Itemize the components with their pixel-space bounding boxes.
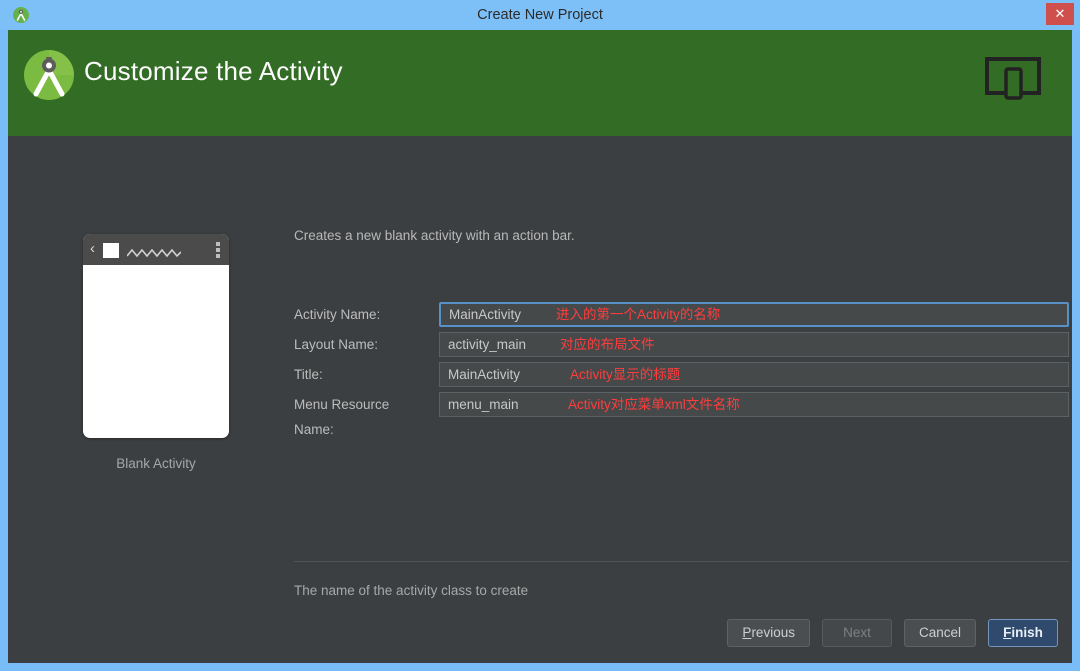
window-title: Create New Project [0,0,1080,30]
wizard-footer: Previous Next Cancel Finish [727,619,1058,647]
white-square-icon [103,243,119,258]
cancel-button[interactable]: Cancel [904,619,976,647]
wizard-content: ‹ Blank Activity Creates [8,136,1072,663]
finish-button-label: inish [1011,625,1043,640]
layout-name-input[interactable]: activity_main 对应的布局文件 [439,332,1069,357]
preview-phone-frame: ‹ [83,234,229,438]
overflow-menu-icon [216,242,220,258]
menu-resource-name-label: Menu Resource Name: [294,392,428,417]
page-title: Customize the Activity [84,56,343,87]
back-chevron-icon: ‹ [90,242,98,256]
field-row-title: Title: MainActivity Activity显示的标题 [294,362,1069,387]
activity-name-label: Activity Name: [294,302,428,327]
layout-name-annotation: 对应的布局文件 [560,333,655,356]
zigzag-text-placeholder [127,245,181,255]
field-row-menu-resource-name: Menu Resource Name: menu_main Activity对应… [294,392,1069,417]
title-value: MainActivity [448,363,520,386]
field-hint-text: The name of the activity class to create [294,583,528,598]
footer-separator [294,561,1069,562]
finish-button[interactable]: Finish [988,619,1058,647]
title-bar: Create New Project ✕ [0,0,1080,30]
android-studio-compass-logo [23,49,75,101]
title-input[interactable]: MainActivity Activity显示的标题 [439,362,1069,387]
preview-caption: Blank Activity [76,456,236,471]
menu-resource-name-annotation: Activity对应菜单xml文件名称 [568,393,740,416]
activity-name-annotation: 进入的第一个Activity的名称 [556,304,720,325]
next-button[interactable]: Next [822,619,892,647]
previous-button[interactable]: Previous [727,619,810,647]
close-button[interactable]: ✕ [1046,3,1074,25]
activity-name-input[interactable]: MainActivity 进入的第一个Activity的名称 [439,302,1069,327]
create-new-project-window: Create New Project ✕ Customize the Activ… [0,0,1080,671]
menu-resource-name-value: menu_main [448,393,519,416]
title-annotation: Activity显示的标题 [570,363,680,386]
field-row-activity-name: Activity Name: MainActivity 进入的第一个Activi… [294,302,1069,327]
preview-action-bar: ‹ [83,234,229,265]
layout-name-label: Layout Name: [294,332,428,357]
menu-resource-name-input[interactable]: menu_main Activity对应菜单xml文件名称 [439,392,1069,417]
dialog-body: Customize the Activity ‹ [8,30,1072,663]
field-row-layout-name: Layout Name: activity_main 对应的布局文件 [294,332,1069,357]
activity-preview[interactable]: ‹ Blank Activity [76,234,236,471]
layout-name-value: activity_main [448,333,526,356]
activity-name-value: MainActivity [449,304,521,325]
title-label: Title: [294,362,428,387]
activity-form: Activity Name: MainActivity 进入的第一个Activi… [294,302,1069,422]
wizard-header: Customize the Activity [8,30,1072,136]
activity-description: Creates a new blank activity with an act… [294,228,575,243]
tv-and-phone-icon [984,55,1042,103]
previous-button-label: revious [751,625,795,640]
